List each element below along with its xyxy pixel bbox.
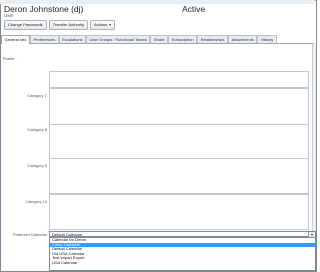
calendar-dropdown-list: Calendar for Deron China Calendar Defaul… [49, 237, 316, 271]
profile-text-field[interactable] [49, 71, 309, 88]
user-role-label: User [4, 13, 14, 18]
section-title-profile: Profile [3, 56, 15, 61]
tab-share[interactable]: Share [150, 35, 169, 43]
tab-subscription[interactable]: Subscription [168, 35, 198, 43]
tab-general-info[interactable]: General Info [1, 35, 31, 44]
category-7-field[interactable] [49, 88, 309, 125]
category-9-field[interactable] [49, 158, 309, 194]
record-tabs: General Info Preferences Escalations Use… [1, 35, 314, 44]
change-passwords-button[interactable]: Change Passwords [4, 20, 47, 30]
user-name-title: Deron Johnstone (dj) [4, 4, 84, 14]
category-8-field[interactable] [49, 124, 309, 159]
status-label: Active [182, 4, 206, 14]
tab-user-groups[interactable]: User Groups / Functional Teams [86, 35, 151, 43]
tab-preferences[interactable]: Preferences [30, 35, 59, 43]
tab-history[interactable]: History [257, 35, 277, 43]
preferred-calendar-label: Preferred Calendar [12, 232, 47, 237]
category-9-label: Category 9 [27, 163, 47, 168]
tab-escalations[interactable]: Escalations [58, 35, 87, 43]
actions-menu-button[interactable]: Actions [90, 20, 116, 30]
change-passwords-label: Change Passwords [8, 22, 43, 27]
category-10-field[interactable] [49, 194, 309, 230]
category-10-label: Category 10 [25, 199, 47, 204]
transfer-authority-label: Transfer Authority [52, 22, 85, 27]
category-8-label: Category 8 [27, 127, 47, 132]
calendar-option[interactable]: USA Calendar [50, 260, 315, 266]
chevron-down-icon [109, 23, 112, 26]
action-toolbar: Change Passwords Transfer Authority Acti… [4, 20, 116, 30]
category-7-label: Category 7 [27, 93, 47, 98]
tab-attachments[interactable]: Attachments [228, 35, 258, 43]
tab-relationships[interactable]: Relationships [197, 35, 229, 43]
actions-label: Actions [94, 22, 108, 27]
transfer-authority-button[interactable]: Transfer Authority [48, 20, 89, 30]
